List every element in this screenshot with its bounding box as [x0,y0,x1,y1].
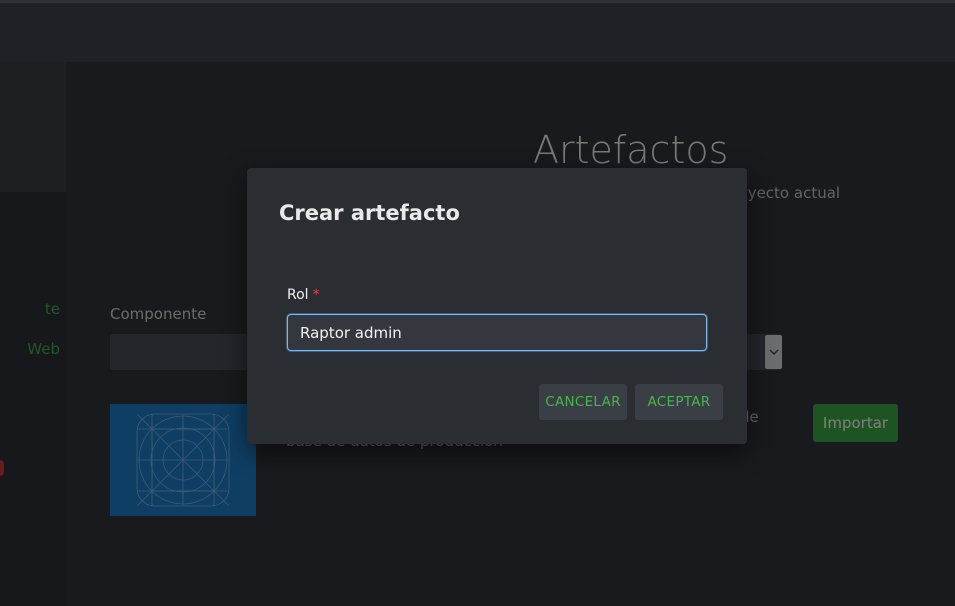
role-label: Rol * [287,287,320,303]
required-marker: * [312,287,320,303]
role-label-text: Rol [287,287,309,303]
accept-button[interactable]: ACEPTAR [635,384,723,420]
dialog-title: Crear artefacto [279,201,460,225]
cancel-button[interactable]: CANCELAR [539,384,627,420]
create-artifact-dialog: Crear artefacto Rol* CANCELAR ACEPTAR [247,168,747,444]
role-input[interactable] [287,314,707,351]
